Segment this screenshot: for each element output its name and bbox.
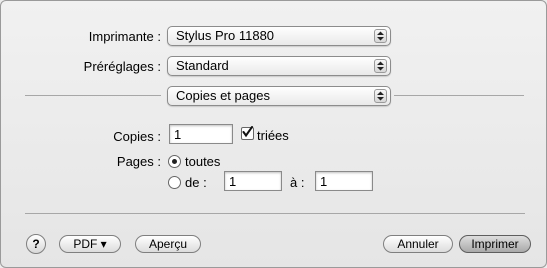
copies-label: Copies :	[113, 129, 161, 144]
preview-button[interactable]: Aperçu	[135, 235, 201, 253]
checkmark-icon	[242, 126, 253, 138]
printer-value: Stylus Pro 11880	[176, 28, 275, 43]
footer-separator	[25, 213, 525, 214]
pages-label: Pages :	[116, 154, 161, 169]
popup-arrows-icon	[374, 29, 387, 43]
pages-from-field[interactable]: 1	[224, 171, 282, 191]
collated-checkbox[interactable]	[241, 126, 254, 140]
pages-to-label: à :	[290, 175, 305, 190]
presets-value: Standard	[176, 58, 229, 73]
popup-arrows-icon	[374, 59, 387, 73]
help-button[interactable]: ?	[26, 234, 46, 254]
popup-arrows-icon	[374, 89, 387, 103]
section-popup[interactable]: Copies et pages	[167, 86, 391, 106]
section-separator-right	[394, 95, 524, 96]
printer-label: Imprimante :	[88, 29, 161, 44]
pages-all-label: toutes	[185, 154, 221, 169]
pages-all-radio[interactable]	[168, 155, 181, 168]
section-value: Copies et pages	[176, 88, 270, 103]
pdf-menu-button[interactable]: PDF ▾	[59, 235, 121, 253]
copies-field[interactable]: 1	[169, 124, 233, 144]
pages-range-label: de :	[185, 175, 207, 190]
pages-to-field[interactable]: 1	[315, 171, 373, 191]
collated-label: triées	[257, 128, 289, 143]
print-button[interactable]: Imprimer	[459, 235, 531, 253]
printer-popup[interactable]: Stylus Pro 11880	[167, 26, 391, 46]
presets-label: Préréglages :	[83, 59, 161, 74]
presets-popup[interactable]: Standard	[167, 56, 391, 76]
section-separator-left	[25, 95, 161, 96]
cancel-button[interactable]: Annuler	[383, 235, 453, 253]
print-dialog: Imprimante : Stylus Pro 11880 Préréglage…	[0, 0, 547, 268]
pages-range-radio[interactable]	[168, 176, 181, 189]
